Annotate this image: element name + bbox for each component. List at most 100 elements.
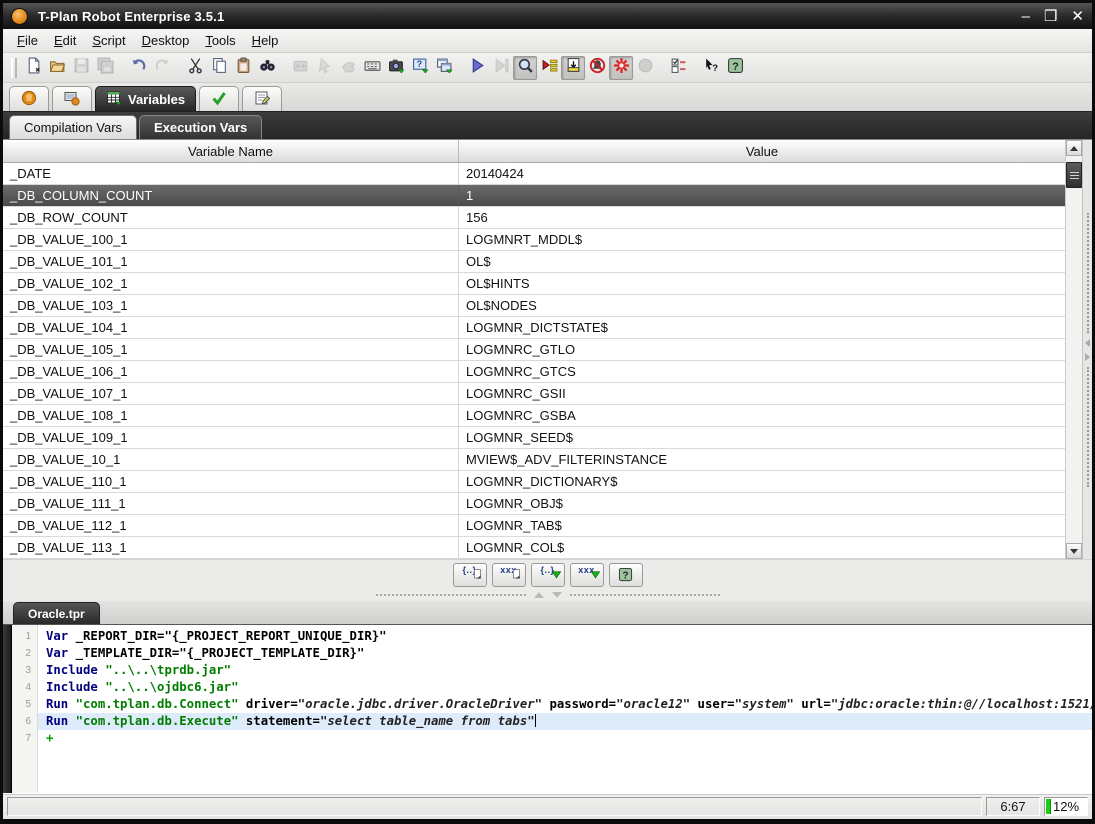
splitter-expand-up-icon[interactable]	[534, 592, 544, 598]
horizontal-splitter[interactable]	[3, 589, 1092, 601]
minimize-button[interactable]: –	[1022, 9, 1030, 24]
checklist-button[interactable]	[666, 56, 690, 80]
table-row[interactable]: _DATE20140424	[3, 163, 1065, 185]
script-editor[interactable]: 1Var _REPORT_DIR="{_PROJECT_REPORT_UNIQU…	[3, 625, 1092, 793]
menu-edit[interactable]: Edit	[46, 30, 84, 51]
table-row[interactable]: _DB_VALUE_107_1LOGMNRC_GSII	[3, 383, 1065, 405]
code-line-6[interactable]: 6Run "com.tplan.db.Execute" statement="s…	[12, 713, 1092, 730]
table-scrollbar[interactable]	[1065, 140, 1082, 559]
menu-help[interactable]: Help	[244, 30, 287, 51]
vars-help-button[interactable]: ?	[609, 563, 643, 587]
code-line-5[interactable]: 5Run "com.tplan.db.Connect" driver="orac…	[12, 696, 1092, 713]
table-row[interactable]: _DB_VALUE_111_1LOGMNR_OBJ$	[3, 493, 1065, 515]
export-status-button[interactable]	[561, 56, 585, 80]
toolbar-grip[interactable]	[11, 58, 17, 78]
find-button[interactable]	[255, 56, 279, 80]
splitter-expand-down-icon[interactable]	[552, 592, 562, 598]
copy-value-syntax-button[interactable]: {..}	[453, 563, 487, 587]
paste-button[interactable]	[231, 56, 255, 80]
table-row[interactable]: _DB_VALUE_105_1LOGMNRC_GTLO	[3, 339, 1065, 361]
step-list-button[interactable]	[537, 56, 561, 80]
variables-table-icon	[106, 90, 122, 109]
save-all-icon	[97, 57, 114, 79]
maximize-button[interactable]: ❒	[1044, 9, 1057, 24]
code-line-2[interactable]: 2Var _TEMPLATE_DIR="{_PROJECT_TEMPLATE_D…	[12, 645, 1092, 662]
column-header-value[interactable]: Value	[459, 140, 1065, 162]
scroll-up-button[interactable]	[1066, 140, 1082, 156]
subtab-compilation-vars[interactable]: Compilation Vars	[9, 115, 137, 139]
subtab-execution-vars[interactable]: Execution Vars	[139, 115, 262, 139]
cursor-position: 6:67	[986, 797, 1040, 816]
table-row[interactable]: _DB_VALUE_104_1LOGMNR_DICTSTATE$	[3, 317, 1065, 339]
main-tab-bar: Variables	[3, 83, 1092, 112]
menu-desktop[interactable]: Desktop	[134, 30, 198, 51]
scrollbar-thumb[interactable]	[1066, 162, 1082, 188]
variable-value-cell: 156	[459, 207, 1065, 228]
column-header-variable-name[interactable]: Variable Name	[3, 140, 459, 162]
undo-button[interactable]	[126, 56, 150, 80]
table-row[interactable]: _DB_COLUMN_COUNT1	[3, 185, 1065, 207]
redo-icon	[154, 57, 171, 79]
undo-icon	[130, 57, 147, 79]
variable-name-cell: _DB_VALUE_113_1	[3, 537, 459, 558]
disable-alerts-button[interactable]	[585, 56, 609, 80]
table-row[interactable]: _DB_VALUE_110_1LOGMNR_DICTIONARY$	[3, 471, 1065, 493]
variable-value-cell: LOGMNRT_MDDL$	[459, 229, 1065, 250]
table-row[interactable]: _DB_VALUE_102_1OL$HINTS	[3, 273, 1065, 295]
variable-value-cell: LOGMNRC_GTLO	[459, 339, 1065, 360]
code-line-3[interactable]: 3Include "..\..\tprdb.jar"	[12, 662, 1092, 679]
tab-validation[interactable]	[199, 86, 239, 111]
table-row[interactable]: _DB_VALUE_106_1LOGMNRC_GTCS	[3, 361, 1065, 383]
code-line-1[interactable]: 1Var _REPORT_DIR="{_PROJECT_REPORT_UNIQU…	[12, 628, 1092, 645]
splitter-collapse-right-icon[interactable]	[1085, 353, 1090, 361]
close-button[interactable]: ✕	[1071, 9, 1084, 24]
insert-value-button[interactable]: {..}	[531, 563, 565, 587]
menu-tools[interactable]: Tools	[197, 30, 243, 51]
menu-script[interactable]: Script	[84, 30, 133, 51]
run-button[interactable]	[465, 56, 489, 80]
right-splitter[interactable]	[1082, 140, 1092, 559]
scroll-down-button[interactable]	[1066, 543, 1082, 559]
menu-file[interactable]: File	[9, 30, 46, 51]
windows-button[interactable]	[432, 56, 456, 80]
new-script-button[interactable]	[21, 56, 45, 80]
table-row[interactable]: _DB_VALUE_101_1OL$	[3, 251, 1065, 273]
table-row[interactable]: _DB_ROW_COUNT156	[3, 207, 1065, 229]
splitter-collapse-left-icon[interactable]	[1085, 339, 1090, 347]
context-help-button[interactable]: ?	[699, 56, 723, 80]
table-row[interactable]: _DB_VALUE_109_1LOGMNR_SEED$	[3, 427, 1065, 449]
tab-robot[interactable]	[9, 86, 49, 111]
keyboard-button[interactable]	[360, 56, 384, 80]
waypoint-icon	[340, 57, 357, 79]
editor-tab-oracle-tpr[interactable]: Oracle.tpr	[13, 602, 100, 624]
line-number: 6	[12, 713, 38, 730]
screenshot-button[interactable]	[384, 56, 408, 80]
follow-execution-button[interactable]	[513, 56, 537, 80]
tab-desktop-viewer[interactable]	[52, 86, 92, 111]
cut-button[interactable]	[183, 56, 207, 80]
open-button[interactable]	[45, 56, 69, 80]
editor-left-grip[interactable]	[3, 625, 12, 793]
compare-screen-button[interactable]: ?	[408, 56, 432, 80]
tab-editor-note[interactable]	[242, 86, 282, 111]
copy-icon	[211, 57, 228, 79]
stop-burst-button[interactable]	[609, 56, 633, 80]
insert-name-button[interactable]: xxx	[570, 563, 604, 587]
code-line-4[interactable]: 4Include "..\..\ojdbc6.jar"	[12, 679, 1092, 696]
table-row[interactable]: _DB_VALUE_113_1LOGMNR_COL$	[3, 537, 1065, 559]
table-row[interactable]: _DB_VALUE_108_1LOGMNRC_GSBA	[3, 405, 1065, 427]
tab-variables[interactable]: Variables	[95, 86, 196, 111]
line-number: 5	[12, 696, 38, 713]
copy-name-syntax-button[interactable]: xxx	[492, 563, 526, 587]
robot-icon	[21, 90, 37, 109]
table-row[interactable]: _DB_VALUE_103_1OL$NODES	[3, 295, 1065, 317]
table-row[interactable]: _DB_VALUE_10_1MVIEW$_ADV_FILTERINSTANCE	[3, 449, 1065, 471]
scrollbar-track[interactable]	[1066, 156, 1082, 543]
copy-button[interactable]	[207, 56, 231, 80]
open-icon	[49, 57, 66, 79]
help-button[interactable]: ?	[723, 56, 747, 80]
table-row[interactable]: _DB_VALUE_112_1LOGMNR_TAB$	[3, 515, 1065, 537]
code-line-7[interactable]: 7+	[12, 730, 1092, 747]
table-row[interactable]: _DB_VALUE_100_1LOGMNRT_MDDL$	[3, 229, 1065, 251]
variable-value-cell: LOGMNR_SEED$	[459, 427, 1065, 448]
